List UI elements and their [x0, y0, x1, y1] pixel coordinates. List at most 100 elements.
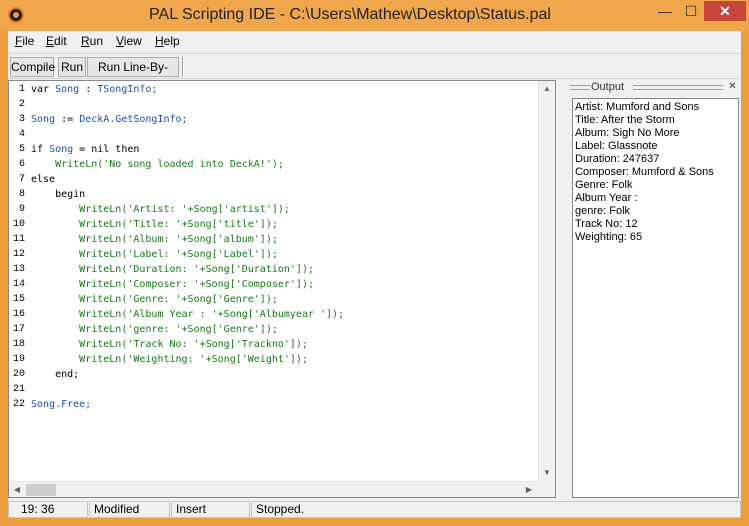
line-number: 14 — [12, 279, 25, 290]
code-line[interactable]: WriteLn('genre: '+Song['Genre']); — [31, 324, 278, 335]
title-bar[interactable]: PAL Scripting IDE - C:\Users\Mathew\Desk… — [0, 0, 749, 31]
output-line: Artist: Mumford and Sons — [575, 101, 700, 113]
status-modified: Modified — [89, 501, 170, 518]
client-area: File Edit Run View Help Compile Run Run … — [8, 31, 741, 518]
line-number: 9 — [18, 204, 25, 215]
line-number: 8 — [18, 189, 25, 200]
menu-file[interactable]: File — [15, 34, 34, 48]
code-line[interactable]: WriteLn('Title: '+Song['title']); — [31, 219, 278, 230]
code-token: : — [79, 84, 98, 95]
code-token: +Song['Genre']); — [181, 294, 278, 305]
code-line[interactable]: WriteLn('Album: '+Song['album']); — [31, 234, 278, 245]
minimize-button[interactable]: — — [652, 1, 678, 21]
line-number: 15 — [12, 294, 25, 305]
code-token: +Song['Composer']); — [199, 279, 314, 290]
app-window: PAL Scripting IDE - C:\Users\Mathew\Desk… — [0, 0, 749, 526]
code-token: TSongInfo; — [97, 84, 158, 95]
code-line[interactable]: else — [31, 174, 55, 185]
editor-vertical-scrollbar[interactable]: ▲ ▼ — [538, 81, 555, 481]
line-number: 3 — [18, 114, 25, 125]
output-line: Album Year : — [575, 192, 638, 204]
scroll-down-icon[interactable]: ▼ — [539, 465, 555, 481]
code-line[interactable]: WriteLn('Artist: '+Song['artist']); — [31, 204, 290, 215]
line-number: 2 — [18, 99, 25, 110]
code-line[interactable]: WriteLn('Label: '+Song['Label']); — [31, 249, 278, 260]
output-line: Album: Sigh No More — [575, 127, 680, 139]
line-number-gutter: 1 2 3 4 5 6 7 8 9 10 11 12 13 14 15 16 17 18 19 20 21 22 — [9, 81, 28, 481]
output-grip-left[interactable] — [570, 85, 590, 90]
status-cursor-position: 19: 36 — [8, 501, 88, 518]
code-token: Song — [31, 114, 56, 125]
code-line[interactable]: var Song : TSongInfo; — [31, 84, 157, 95]
menu-view-label: iew — [123, 34, 142, 48]
editor-horizontal-scrollbar[interactable]: ◀ ▶ — [9, 481, 538, 497]
code-text-area[interactable]: var Song : TSongInfo; Song := DeckA.GetSo… — [29, 81, 537, 481]
code-line[interactable]: WriteLn('Composer: '+Song['Composer']); — [31, 279, 314, 290]
scroll-left-icon[interactable]: ◀ — [9, 482, 25, 498]
code-line[interactable]: WriteLn('Weighting: '+Song['Weight']); — [31, 354, 308, 365]
output-header[interactable]: Output ✕ — [568, 80, 741, 96]
code-line[interactable]: if Song = nil then — [31, 144, 139, 155]
line-number: 13 — [12, 264, 25, 275]
line-number: 20 — [12, 369, 25, 380]
maximize-button[interactable]: ☐ — [678, 1, 704, 21]
output-line: Duration: 247637 — [575, 153, 660, 165]
output-line: Weighting: 65 — [575, 231, 643, 243]
scroll-up-icon[interactable]: ▲ — [539, 81, 555, 97]
code-line[interactable]: WriteLn('Genre: '+Song['Genre']); — [31, 294, 278, 305]
horizontal-scroll-thumb[interactable] — [26, 484, 56, 496]
code-line[interactable]: WriteLn('Album Year : '+Song['Albumyear … — [31, 309, 344, 320]
status-bar: 19: 36 Modified Insert Stopped. — [8, 500, 741, 518]
line-number: 18 — [12, 339, 25, 350]
code-token: 'Weighting: ' — [127, 354, 206, 365]
code-token: 'Album Year : ' — [127, 309, 218, 320]
menu-run[interactable]: Run — [81, 34, 103, 48]
close-button[interactable]: ✕ — [704, 1, 746, 21]
output-title: Output — [591, 81, 625, 93]
panel-splitter[interactable] — [557, 80, 567, 498]
menu-help[interactable]: Help — [155, 34, 180, 48]
output-line: Title: After the Storm — [575, 114, 675, 126]
line-number: 22 — [12, 399, 25, 410]
compile-button[interactable]: Compile — [10, 57, 55, 77]
line-number: 12 — [12, 249, 25, 260]
code-line[interactable]: WriteLn('Duration: '+Song['Duration']); — [31, 264, 314, 275]
code-line[interactable]: begin — [31, 189, 85, 200]
code-line[interactable]: Song := DeckA.GetSongInfo; — [31, 114, 188, 125]
code-token: 'Title: ' — [127, 219, 182, 230]
code-editor[interactable]: 1 2 3 4 5 6 7 8 9 10 11 12 13 14 15 16 17 18 19 20 21 22 var … — [8, 80, 556, 498]
code-token: Song — [55, 84, 80, 95]
code-token: +Song['title']); — [181, 219, 278, 230]
menu-edit[interactable]: Edit — [46, 34, 67, 48]
run-button[interactable]: Run — [58, 57, 86, 77]
menu-run-accel: R — [81, 34, 90, 48]
output-grip-right[interactable] — [633, 85, 723, 90]
scroll-right-icon[interactable]: ▶ — [521, 482, 537, 498]
code-token: +Song['Trackno']); — [199, 339, 308, 350]
code-token: WriteLn( — [79, 264, 128, 275]
output-line: Label: Glassnote — [575, 140, 658, 152]
code-token: WriteLn( — [79, 309, 128, 320]
line-number: 10 — [12, 219, 25, 230]
menu-view[interactable]: View — [116, 34, 142, 48]
code-token: begin — [31, 189, 86, 200]
code-token: WriteLn( — [79, 234, 128, 245]
output-text-box[interactable]: Artist: Mumford and Sons Title: After the… — [572, 98, 739, 498]
code-line[interactable]: Song.Free; — [31, 399, 91, 410]
menu-file-label: ile — [22, 34, 35, 48]
output-line: Track No: 12 — [575, 218, 638, 230]
code-line[interactable]: end; — [31, 369, 79, 380]
code-line[interactable]: WriteLn('Track No: '+Song['Trackno']); — [31, 339, 308, 350]
code-token: = nil then — [73, 144, 140, 155]
code-token: Song — [49, 144, 74, 155]
output-close-icon[interactable]: ✕ — [727, 82, 738, 93]
menu-bar: File Edit Run View Help — [8, 31, 741, 51]
run-line-by-line-button[interactable]: Run Line-By-Line — [87, 57, 179, 92]
code-line[interactable]: WriteLn('No song loaded into DeckA!'); — [31, 159, 284, 170]
code-token: +Song['Duration']); — [199, 264, 314, 275]
